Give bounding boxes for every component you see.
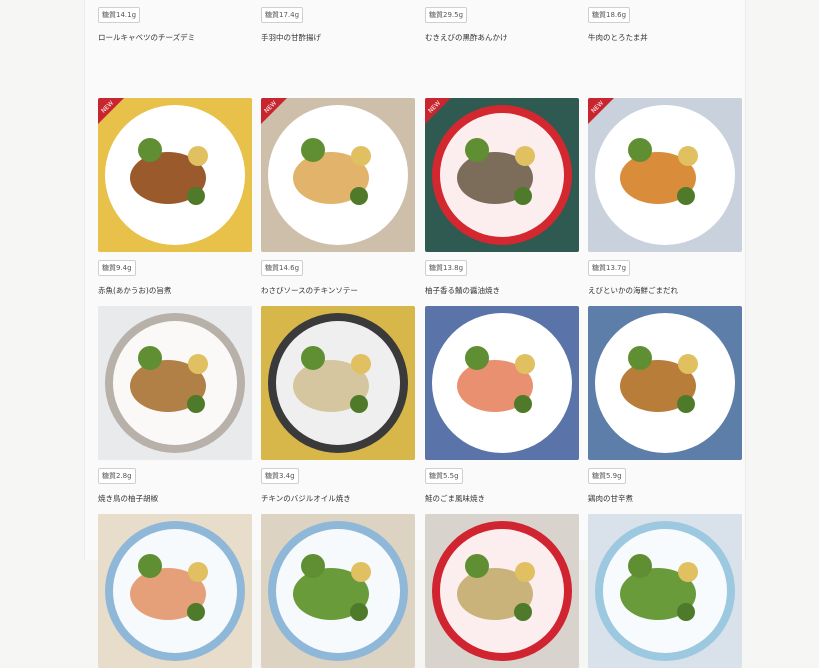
product-card[interactable]: [98, 514, 252, 668]
new-ribbon: NEW: [425, 98, 451, 124]
product-name[interactable]: わさびソースのチキンソテー: [261, 285, 358, 296]
product-card[interactable]: NEW 糖質14.6g わさびソースのチキンソテー: [261, 98, 415, 295]
product-card[interactable]: [425, 514, 579, 668]
product-image[interactable]: [425, 514, 579, 668]
product-card[interactable]: 糖質2.8g 焼き鳥の柚子胡椒: [98, 306, 252, 503]
product-image[interactable]: [98, 514, 252, 668]
carbs-badge: 糖質13.7g: [588, 260, 631, 276]
product-card[interactable]: [588, 514, 742, 668]
product-name[interactable]: 赤魚(あかうお)の旨煮: [98, 285, 171, 296]
carbs-badge: 糖質2.8g: [98, 468, 136, 484]
carbs-badge: 糖質14.6g: [261, 260, 304, 276]
carbs-badge: 糖質13.8g: [425, 260, 468, 276]
product-listing-page: 糖質14.1g ロールキャベツのチーズデミ 糖質17.4g 手羽中の甘酢揚げ 糖質29.…: [84, 0, 746, 668]
carbs-badge: 糖質3.4g: [261, 468, 299, 484]
product-name[interactable]: えびといかの海鮮ごまだれ: [588, 285, 678, 296]
product-name[interactable]: ロールキャベツのチーズデミ: [98, 32, 195, 43]
product-image[interactable]: NEW: [98, 98, 252, 252]
carbs-badge: 糖質17.4g: [261, 7, 304, 23]
product-card[interactable]: NEW 糖質13.8g 柚子香る鯖の醤油焼き: [425, 98, 579, 295]
product-image[interactable]: NEW: [588, 98, 742, 252]
product-image[interactable]: [98, 306, 252, 460]
product-image[interactable]: [261, 514, 415, 668]
product-name[interactable]: 柚子香る鯖の醤油焼き: [425, 285, 500, 296]
carbs-badge: 糖質14.1g: [98, 7, 141, 23]
product-image[interactable]: [588, 306, 742, 460]
carbs-badge: 糖質9.4g: [98, 260, 136, 276]
product-name[interactable]: 鮭のごま風味焼き: [425, 493, 485, 504]
carbs-badge: 糖質29.5g: [425, 7, 468, 23]
product-card[interactable]: 糖質5.5g 鮭のごま風味焼き: [425, 306, 579, 503]
product-image[interactable]: [261, 306, 415, 460]
product-image[interactable]: [425, 306, 579, 460]
product-image[interactable]: NEW: [425, 98, 579, 252]
product-card[interactable]: NEW 糖質13.7g えびといかの海鮮ごまだれ: [588, 98, 742, 295]
product-name[interactable]: むきえびの黒酢あんかけ: [425, 32, 508, 43]
product-name[interactable]: 鶏肉の甘辛煮: [588, 493, 633, 504]
carbs-badge: 糖質18.6g: [588, 7, 631, 23]
product-name[interactable]: チキンのバジルオイル焼き: [261, 493, 351, 504]
product-card[interactable]: NEW 糖質9.4g 赤魚(あかうお)の旨煮: [98, 98, 252, 295]
carbs-badge: 糖質5.5g: [425, 468, 463, 484]
product-card[interactable]: [261, 514, 415, 668]
product-name[interactable]: 手羽中の甘酢揚げ: [261, 32, 321, 43]
new-ribbon: NEW: [261, 98, 287, 124]
product-image[interactable]: NEW: [261, 98, 415, 252]
product-name[interactable]: 焼き鳥の柚子胡椒: [98, 493, 158, 504]
product-card[interactable]: 糖質5.9g 鶏肉の甘辛煮: [588, 306, 742, 503]
new-ribbon: NEW: [98, 98, 124, 124]
product-name[interactable]: 牛肉のとろたま丼: [588, 32, 648, 43]
product-image[interactable]: [588, 514, 742, 668]
carbs-badge: 糖質5.9g: [588, 468, 626, 484]
product-card[interactable]: 糖質3.4g チキンのバジルオイル焼き: [261, 306, 415, 503]
new-ribbon: NEW: [588, 98, 614, 124]
